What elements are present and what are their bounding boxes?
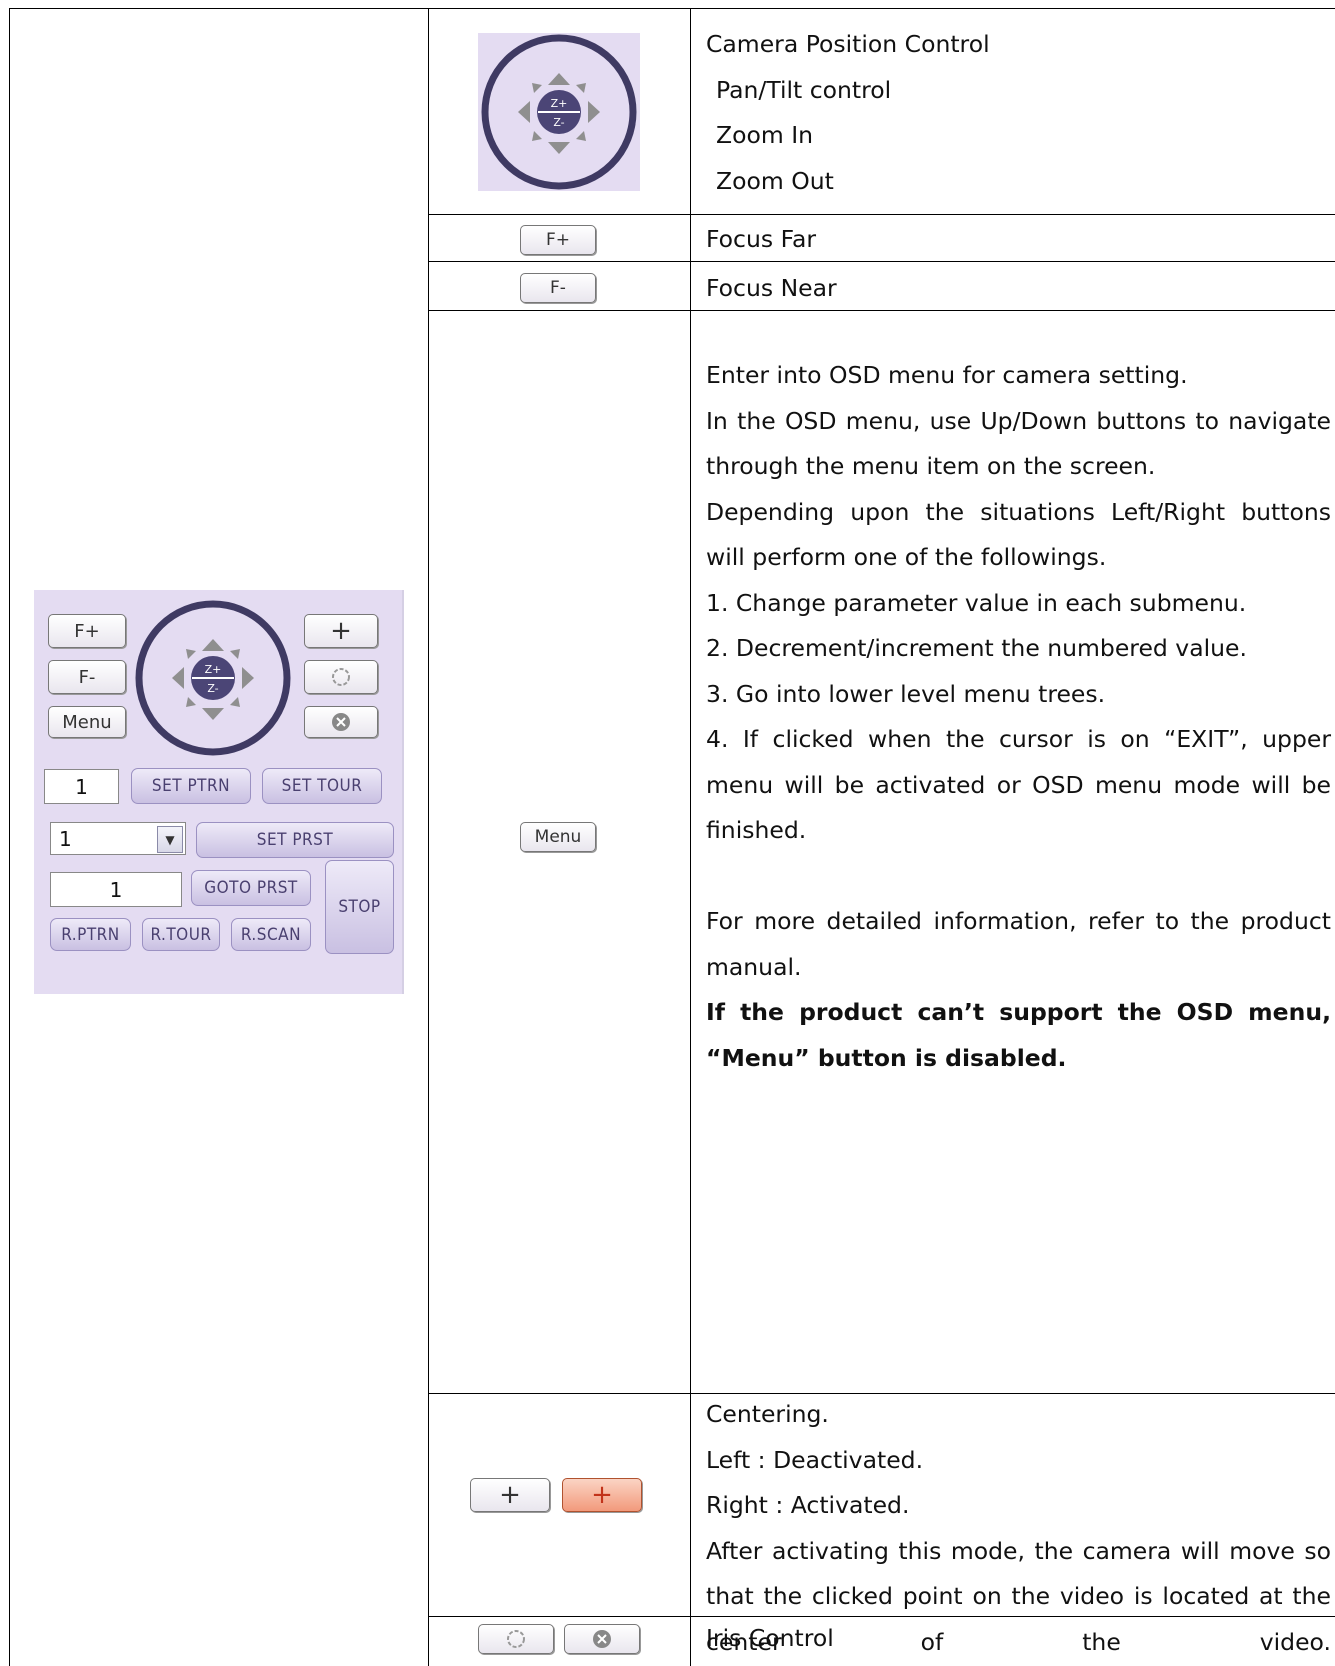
camera-position-description: Camera Position Control Pan/Tilt control…: [706, 22, 1331, 204]
ptz-control-panel: F+ F- Menu Z+ Z- + 1 SET PTRN SET TOUR 1…: [34, 590, 404, 994]
set-tour-button[interactable]: SET TOUR: [262, 768, 382, 804]
zoom-in-item: Zoom In: [716, 121, 814, 149]
preset-select[interactable]: 1 ▼: [50, 822, 186, 855]
menu-para-navigate: In the OSD menu, use Up/Down buttons to …: [706, 406, 1331, 481]
menu-warning: If the product can’t support the OSD men…: [706, 998, 1331, 1072]
centering-right: Right : Activated.: [706, 1491, 910, 1519]
thumb-zoom-in-label: Z+: [551, 97, 568, 110]
menu-para-left-right: Depending upon the situations Left/Right…: [706, 497, 1331, 572]
pan-tilt-item: Pan/Tilt control: [716, 75, 892, 104]
ptz-dial-icon[interactable]: Z+ Z-: [134, 599, 292, 757]
iris-description: Iris Control: [706, 1624, 834, 1652]
menu-button[interactable]: Menu: [48, 706, 126, 738]
centering-deactivated-button: +: [470, 1478, 550, 1512]
menu-item-1: 1. Change parameter value in each submen…: [706, 588, 1247, 617]
ptz-dial-thumbnail-icon: Z+ Z-: [481, 34, 637, 190]
menu-item-3: 3. Go into lower level menu trees.: [706, 679, 1106, 708]
centering-activated-button: +: [562, 1478, 642, 1512]
focus-near-sample-button: F-: [520, 273, 596, 303]
zoom-out-item: Zoom Out: [716, 166, 834, 195]
iris-open-sample-icon: [507, 1630, 525, 1648]
focus-near-description: Focus Near: [706, 274, 837, 302]
focus-far-sample-button: F+: [520, 225, 596, 255]
chevron-down-icon[interactable]: ▼: [157, 826, 183, 853]
iris-close-icon: [332, 713, 350, 731]
iris-close-button[interactable]: [304, 706, 378, 738]
iris-open-button[interactable]: [304, 660, 378, 694]
focus-far-description: Focus Far: [706, 225, 817, 253]
zoom-out-label: Z-: [207, 682, 218, 695]
iris-open-icon: [332, 668, 350, 686]
preset-select-value: 1: [59, 826, 72, 851]
pattern-number-input[interactable]: 1: [44, 769, 119, 804]
focus-near-button[interactable]: F-: [48, 660, 126, 694]
set-preset-button[interactable]: SET PRST: [196, 822, 394, 858]
menu-more-info: For more detailed information, refer to …: [706, 907, 1331, 981]
camera-dial-thumbnail: Z+ Z-: [478, 33, 640, 191]
menu-item-2: 2. Decrement/increment the numbered valu…: [706, 634, 1247, 662]
run-scan-button[interactable]: R.SCAN: [231, 918, 311, 951]
thumb-zoom-out-label: Z-: [553, 116, 564, 129]
focus-far-button[interactable]: F+: [48, 614, 126, 648]
run-pattern-button[interactable]: R.PTRN: [50, 918, 131, 951]
menu-item-4: 4. If clicked when the cursor is on “EXI…: [706, 725, 1331, 844]
menu-description: Enter into OSD menu for camera setting. …: [706, 353, 1331, 1081]
set-pattern-button[interactable]: SET PTRN: [131, 768, 251, 804]
camera-position-title: Camera Position Control: [706, 30, 990, 58]
goto-preset-button[interactable]: GOTO PRST: [191, 870, 311, 906]
menu-line-enter: Enter into OSD menu for camera setting.: [706, 361, 1188, 389]
iris-close-sample-button: [564, 1624, 640, 1654]
iris-open-sample-button: [478, 1624, 554, 1654]
zoom-in-label: Z+: [205, 663, 222, 676]
centering-title: Centering.: [706, 1400, 829, 1428]
stop-button[interactable]: STOP: [325, 860, 394, 954]
centering-left: Left : Deactivated.: [706, 1445, 924, 1474]
goto-preset-number-input[interactable]: 1: [50, 872, 182, 907]
centering-button[interactable]: +: [304, 614, 378, 648]
run-tour-button[interactable]: R.TOUR: [142, 918, 220, 951]
menu-sample-button: Menu: [520, 822, 596, 852]
iris-close-sample-icon: [593, 1630, 611, 1648]
